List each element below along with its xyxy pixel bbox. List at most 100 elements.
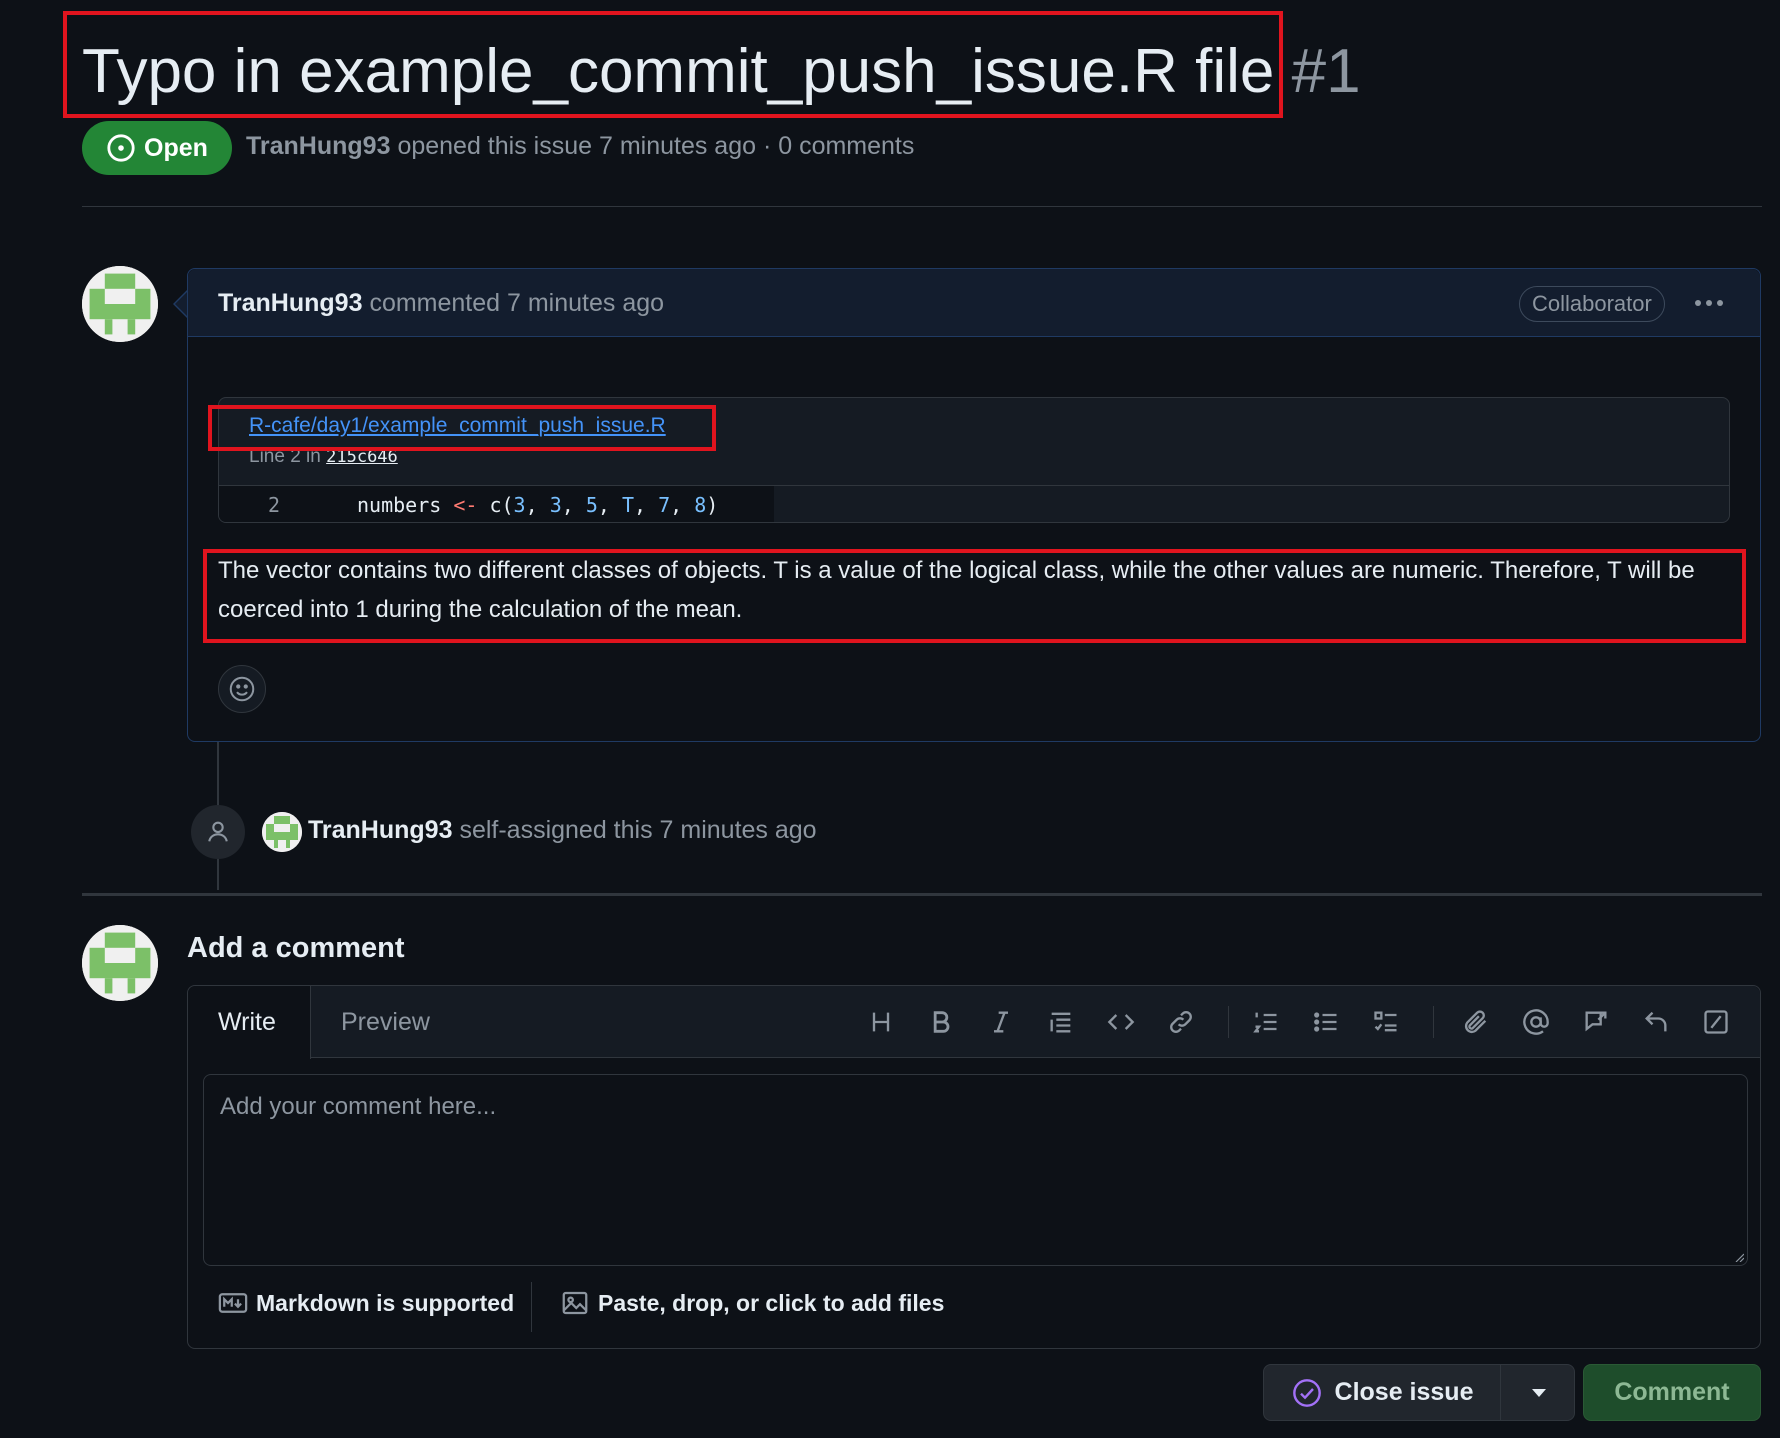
markdown-support-link[interactable]: Markdown is supported [218, 1288, 514, 1318]
slash-command-icon [1704, 1010, 1728, 1034]
tab-preview[interactable]: Preview [311, 986, 460, 1058]
quote-button[interactable] [1043, 1004, 1079, 1040]
code-icon [1107, 1014, 1135, 1030]
comment-options-button[interactable] [1688, 287, 1730, 319]
code-token: , [597, 493, 622, 517]
markdown-note: Markdown is supported [256, 1289, 515, 1316]
code-token: , [525, 493, 550, 517]
kebab-dot-icon [1706, 300, 1712, 306]
identicon-icon [82, 925, 158, 1001]
avatar[interactable] [262, 812, 302, 852]
kebab-dot-icon [1717, 300, 1723, 306]
close-issue-label: Close issue [1334, 1378, 1474, 1406]
link-icon [1170, 1011, 1192, 1033]
slash-command-button[interactable] [1698, 1004, 1734, 1040]
snippet-line-info: Line 2 in 215c646 [249, 446, 398, 468]
code-token: , [670, 493, 695, 517]
italic-icon [994, 1011, 1008, 1033]
add-files-button[interactable]: Paste, drop, or click to add files [560, 1288, 944, 1318]
code-token: , [634, 493, 659, 517]
resize-grip-icon[interactable] [1734, 1252, 1744, 1262]
line-number: 2 [267, 493, 281, 517]
mention-icon [1523, 1009, 1549, 1035]
snippet-file-link[interactable]: R-cafe/day1/example_commit_push_issue.R [249, 414, 666, 438]
comment-textarea[interactable] [203, 1074, 1748, 1266]
issue-author-link[interactable]: TranHung93 [246, 132, 390, 160]
code-token: 7 [658, 493, 671, 517]
code-token: 3 [513, 493, 526, 517]
comment-body: The vector contains two different classe… [218, 557, 1695, 623]
attach-button[interactable] [1458, 1004, 1494, 1040]
bold-button[interactable] [923, 1004, 959, 1040]
reference-button[interactable] [1578, 1004, 1614, 1040]
code-button[interactable] [1103, 1004, 1139, 1040]
reply-button[interactable] [1638, 1004, 1674, 1040]
event-author-link[interactable]: TranHung93 [308, 816, 452, 844]
attach-icon [1464, 1010, 1487, 1034]
image-icon [562, 1291, 588, 1315]
identicon-icon [82, 266, 158, 342]
reply-icon [1645, 1011, 1667, 1032]
close-issue-button-group: Close issue [1263, 1364, 1575, 1421]
issue-open-icon [107, 134, 135, 162]
comment-author-link[interactable]: TranHung93 [218, 289, 362, 317]
code-token: numbers [357, 493, 454, 517]
status-badge: Open [82, 121, 232, 175]
code-token: c( [477, 493, 514, 517]
task-list-icon [1374, 1011, 1397, 1032]
task-list-button[interactable] [1368, 1004, 1404, 1040]
timeline-event-text: TranHung93 self-assigned this 7 minutes … [308, 816, 817, 845]
event-description: self-assigned this 7 minutes ago [459, 816, 817, 844]
header-divider [82, 206, 1762, 207]
identicon-icon [262, 812, 302, 852]
comment-header: TranHung93 commented 7 minutes ago Colla… [188, 269, 1760, 337]
comment-submit-button[interactable]: Comment [1583, 1364, 1761, 1421]
code-token: , [561, 493, 586, 517]
timeline-divider [82, 893, 1762, 896]
bold-icon [933, 1011, 950, 1033]
add-reaction-button[interactable] [218, 665, 266, 713]
code-token: ) [706, 493, 719, 517]
close-options-dropdown[interactable] [1502, 1365, 1575, 1420]
code-line: 2 numbers <- c(3, 3, 5, T, 7, 8) [219, 486, 774, 522]
issue-closed-icon [1292, 1378, 1321, 1407]
unordered-list-button[interactable] [1308, 1004, 1344, 1040]
snippet-line-prefix: Line 2 in [249, 446, 321, 467]
code-token: T [621, 493, 635, 517]
code-snippet: R-cafe/day1/example_commit_push_issue.R … [218, 397, 1730, 523]
link-button[interactable] [1163, 1004, 1199, 1040]
code-token: 3 [549, 493, 562, 517]
footer-separator [531, 1282, 532, 1332]
code-token: <- [453, 493, 478, 517]
unordered-list-icon [1314, 1012, 1337, 1032]
issue-meta: TranHung93 opened this issue 7 minutes a… [246, 132, 914, 161]
comment-meta-text: commented 7 minutes ago [369, 289, 665, 317]
issue-title: Typo in example_commit_push_issue.R file… [82, 36, 1361, 108]
comment-meta: TranHung93 commented 7 minutes ago [218, 289, 664, 318]
quote-icon [1050, 1012, 1071, 1033]
tab-write[interactable]: Write [188, 986, 311, 1059]
avatar[interactable] [82, 925, 158, 1001]
issue-number: #1 [1291, 37, 1361, 106]
issue-page: Typo in example_commit_push_issue.R file… [0, 0, 1780, 1438]
avatar[interactable] [82, 266, 158, 342]
ordered-list-button[interactable] [1248, 1004, 1284, 1040]
editor-tabbar: Write Preview [188, 986, 1760, 1059]
smiley-icon [229, 676, 255, 702]
issue-title-text: Typo in example_commit_push_issue.R file [82, 37, 1275, 106]
close-issue-button[interactable]: Close issue [1264, 1365, 1501, 1420]
code-token: 8 [694, 493, 707, 517]
heading-icon [872, 1012, 890, 1032]
code-text: numbers <- c(3, 3, 5, T, 7, 8) [357, 486, 719, 522]
status-badge-label: Open [144, 133, 208, 162]
commit-sha-link[interactable]: 215c646 [326, 447, 398, 467]
comment-pointer-fill [175, 292, 187, 316]
italic-button[interactable] [983, 1004, 1019, 1040]
toolbar-separator [1228, 1006, 1229, 1038]
issue-meta-text: opened this issue 7 minutes ago · 0 comm… [397, 132, 915, 160]
snippet-header: R-cafe/day1/example_commit_push_issue.R … [219, 398, 1729, 486]
comment-editor: Write Preview Add your comment here... M… [187, 985, 1761, 1349]
heading-button[interactable] [863, 1004, 899, 1040]
mention-button[interactable] [1518, 1004, 1554, 1040]
code-token: 5 [585, 493, 598, 517]
